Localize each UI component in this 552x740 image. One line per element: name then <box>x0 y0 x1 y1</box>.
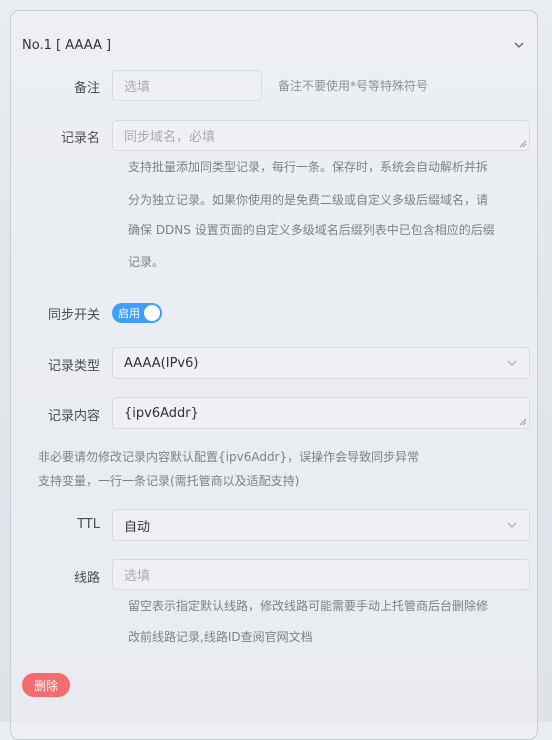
sync-toggle-text: 启用 <box>118 307 140 320</box>
resize-handle-icon[interactable] <box>519 140 527 148</box>
record-name-help-line: 确保 DDNS 设置页面的自定义多级域名后缀列表中已包含相应的后缀 <box>128 223 495 237</box>
note-label: 备注 <box>73 81 100 96</box>
ttl-value: 自动 <box>124 519 151 535</box>
record-content-value: {ipv6Addr} <box>124 405 199 421</box>
line-input[interactable]: 选填 <box>112 559 530 590</box>
note-hint: 备注不要使用*号等特殊符号 <box>278 79 429 93</box>
line-help-line: 改前线路记录,线路ID查阅官网文档 <box>128 630 313 644</box>
record-name-help-line: 记录。 <box>128 255 165 269</box>
record-name-help-line: 分为独立记录。如果你使用的是免费二级或自定义多级后缀域名，请 <box>128 193 489 207</box>
delete-button[interactable]: 删除 <box>22 673 70 697</box>
note-placeholder: 选填 <box>124 80 151 95</box>
sync-switch-label: 同步开关 <box>47 308 100 323</box>
ttl-select[interactable]: 自动 <box>112 509 530 541</box>
record-header[interactable]: No.1 [ AAAA ] <box>22 34 524 56</box>
record-name-textarea[interactable]: 同步域名，必填 <box>112 120 530 151</box>
record-name-placeholder: 同步域名，必填 <box>124 130 216 145</box>
chevron-down-icon[interactable] <box>514 40 524 50</box>
record-type-value: AAAA(IPv6) <box>124 355 199 371</box>
record-name-help-line: 支持批量添加同类型记录，每行一条。保存时，系统会自动解析并拆 <box>128 160 489 174</box>
record-type-label: 记录类型 <box>47 359 100 374</box>
line-placeholder: 选填 <box>124 569 151 584</box>
record-title: No.1 [ AAAA ] <box>22 37 112 53</box>
record-content-textarea[interactable]: {ipv6Addr} <box>112 397 530 429</box>
record-type-select[interactable]: AAAA(IPv6) <box>112 347 530 379</box>
note-input[interactable]: 选填 <box>112 70 262 101</box>
toggle-knob <box>144 305 160 321</box>
line-help-line: 留空表示指定默认线路，修改线路可能需要手动上托管商后台删除修 <box>128 599 489 613</box>
record-name-label: 记录名 <box>60 131 100 146</box>
record-content-help-line: 支持变量，一行一条记录(需托管商以及适配支持) <box>38 474 300 488</box>
ttl-label: TTL <box>77 517 100 532</box>
select-arrow-icon <box>507 522 517 528</box>
sync-toggle[interactable]: 启用 <box>112 303 162 323</box>
resize-handle-icon[interactable] <box>519 418 527 426</box>
line-label: 线路 <box>73 571 100 586</box>
select-arrow-icon <box>507 360 517 366</box>
record-content-label: 记录内容 <box>47 409 100 424</box>
